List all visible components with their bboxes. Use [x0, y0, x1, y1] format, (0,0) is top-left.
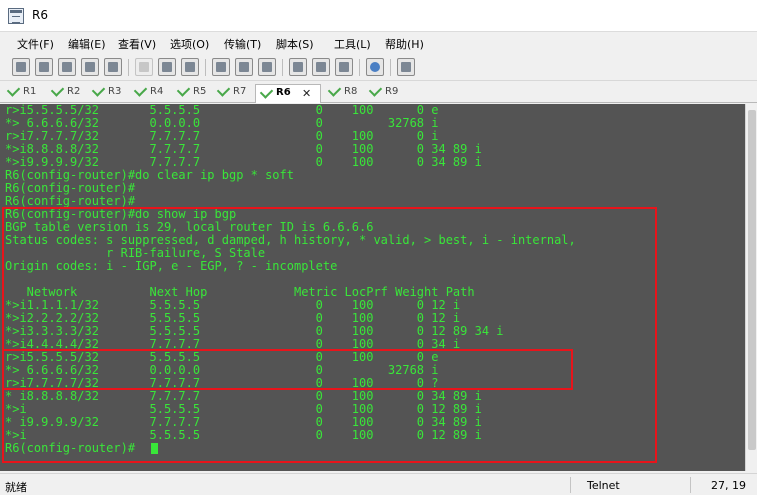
terminal-app-icon	[8, 8, 24, 24]
menu-file[interactable]: 文件(F)	[17, 36, 54, 52]
scrollbar-thumb[interactable]	[748, 110, 756, 450]
vertical-scrollbar[interactable]	[745, 104, 757, 471]
connected-check-icon	[176, 83, 191, 97]
connected-check-icon	[6, 83, 21, 97]
menu-options[interactable]: 选项(O)	[170, 36, 209, 52]
menu-script[interactable]: 脚本(S)	[276, 36, 314, 52]
toolbar-separator	[282, 59, 283, 76]
rib-failure-routes-highlight	[2, 349, 573, 390]
tab-r4[interactable]: R4	[133, 83, 169, 103]
status-cursor-position: 27, 19	[711, 479, 746, 492]
find-icon[interactable]	[181, 58, 199, 76]
connected-check-icon	[133, 83, 148, 97]
title-bar: R6	[0, 0, 757, 32]
toolbar-separator	[205, 59, 206, 76]
toolbar	[0, 54, 757, 81]
menu-edit[interactable]: 编辑(E)	[68, 36, 106, 52]
toolbar-separator	[128, 59, 129, 76]
disconnect-icon[interactable]	[104, 58, 122, 76]
help-icon[interactable]	[366, 58, 384, 76]
connected-check-icon	[50, 83, 65, 97]
app-window: R6 文件(F) 编辑(E) 查看(V) 选项(O) 传输(T) 脚本(S) 工…	[0, 0, 757, 495]
connected-check-icon	[327, 83, 342, 97]
connected-check-icon	[91, 83, 106, 97]
menu-tools[interactable]: 工具(L)	[334, 36, 371, 52]
menu-help[interactable]: 帮助(H)	[385, 36, 424, 52]
toolbar-separator	[390, 59, 391, 76]
global-options-icon[interactable]	[312, 58, 330, 76]
print-setup-icon[interactable]	[212, 58, 230, 76]
tab-r9[interactable]: R9	[368, 83, 404, 103]
status-ready: 就绪	[5, 481, 27, 494]
menu-bar: 文件(F) 编辑(E) 查看(V) 选项(O) 传输(T) 脚本(S) 工具(L…	[0, 33, 757, 53]
reconnect-icon[interactable]	[81, 58, 99, 76]
status-protocol: Telnet	[587, 479, 620, 492]
bgp-table-highlight	[2, 207, 657, 463]
keymap-icon[interactable]	[335, 58, 353, 76]
tab-r7[interactable]: R7	[216, 83, 252, 103]
print-icon[interactable]	[258, 58, 276, 76]
print-screen-icon[interactable]	[235, 58, 253, 76]
connect-in-tab-icon[interactable]	[58, 58, 76, 76]
tab-r5[interactable]: R5	[176, 83, 212, 103]
terminal-output[interactable]: r>i5.5.5.5/32 5.5.5.5 0 100 0 e *> 6.6.6…	[0, 104, 745, 471]
tab-r2[interactable]: R2	[50, 83, 86, 103]
menu-transfer[interactable]: 传输(T)	[224, 36, 261, 52]
status-separator	[690, 477, 691, 493]
menu-view[interactable]: 查看(V)	[118, 36, 156, 52]
status-bar: 就绪 Telnet 27, 19	[0, 473, 757, 495]
paste-icon[interactable]	[158, 58, 176, 76]
toolbar-separator	[359, 59, 360, 76]
quick-connect-icon[interactable]	[35, 58, 53, 76]
tab-r1[interactable]: R1	[6, 83, 42, 103]
connected-check-icon	[216, 83, 231, 97]
copy-icon[interactable]	[135, 58, 153, 76]
close-tab-icon[interactable]: ✕	[302, 87, 311, 100]
connect-icon[interactable]	[12, 58, 30, 76]
window-title: R6	[32, 8, 48, 22]
screen-icon[interactable]	[397, 58, 415, 76]
tab-r3[interactable]: R3	[91, 83, 127, 103]
connected-check-icon	[259, 85, 274, 99]
tab-r6[interactable]: R6 ✕	[255, 84, 321, 103]
tab-r8[interactable]: R8	[327, 83, 363, 103]
status-separator	[570, 477, 571, 493]
session-options-icon[interactable]	[289, 58, 307, 76]
session-tab-bar: R1 R2 R3 R4 R5 R7 R6 ✕ R8 R9	[0, 83, 757, 103]
connected-check-icon	[368, 83, 383, 97]
